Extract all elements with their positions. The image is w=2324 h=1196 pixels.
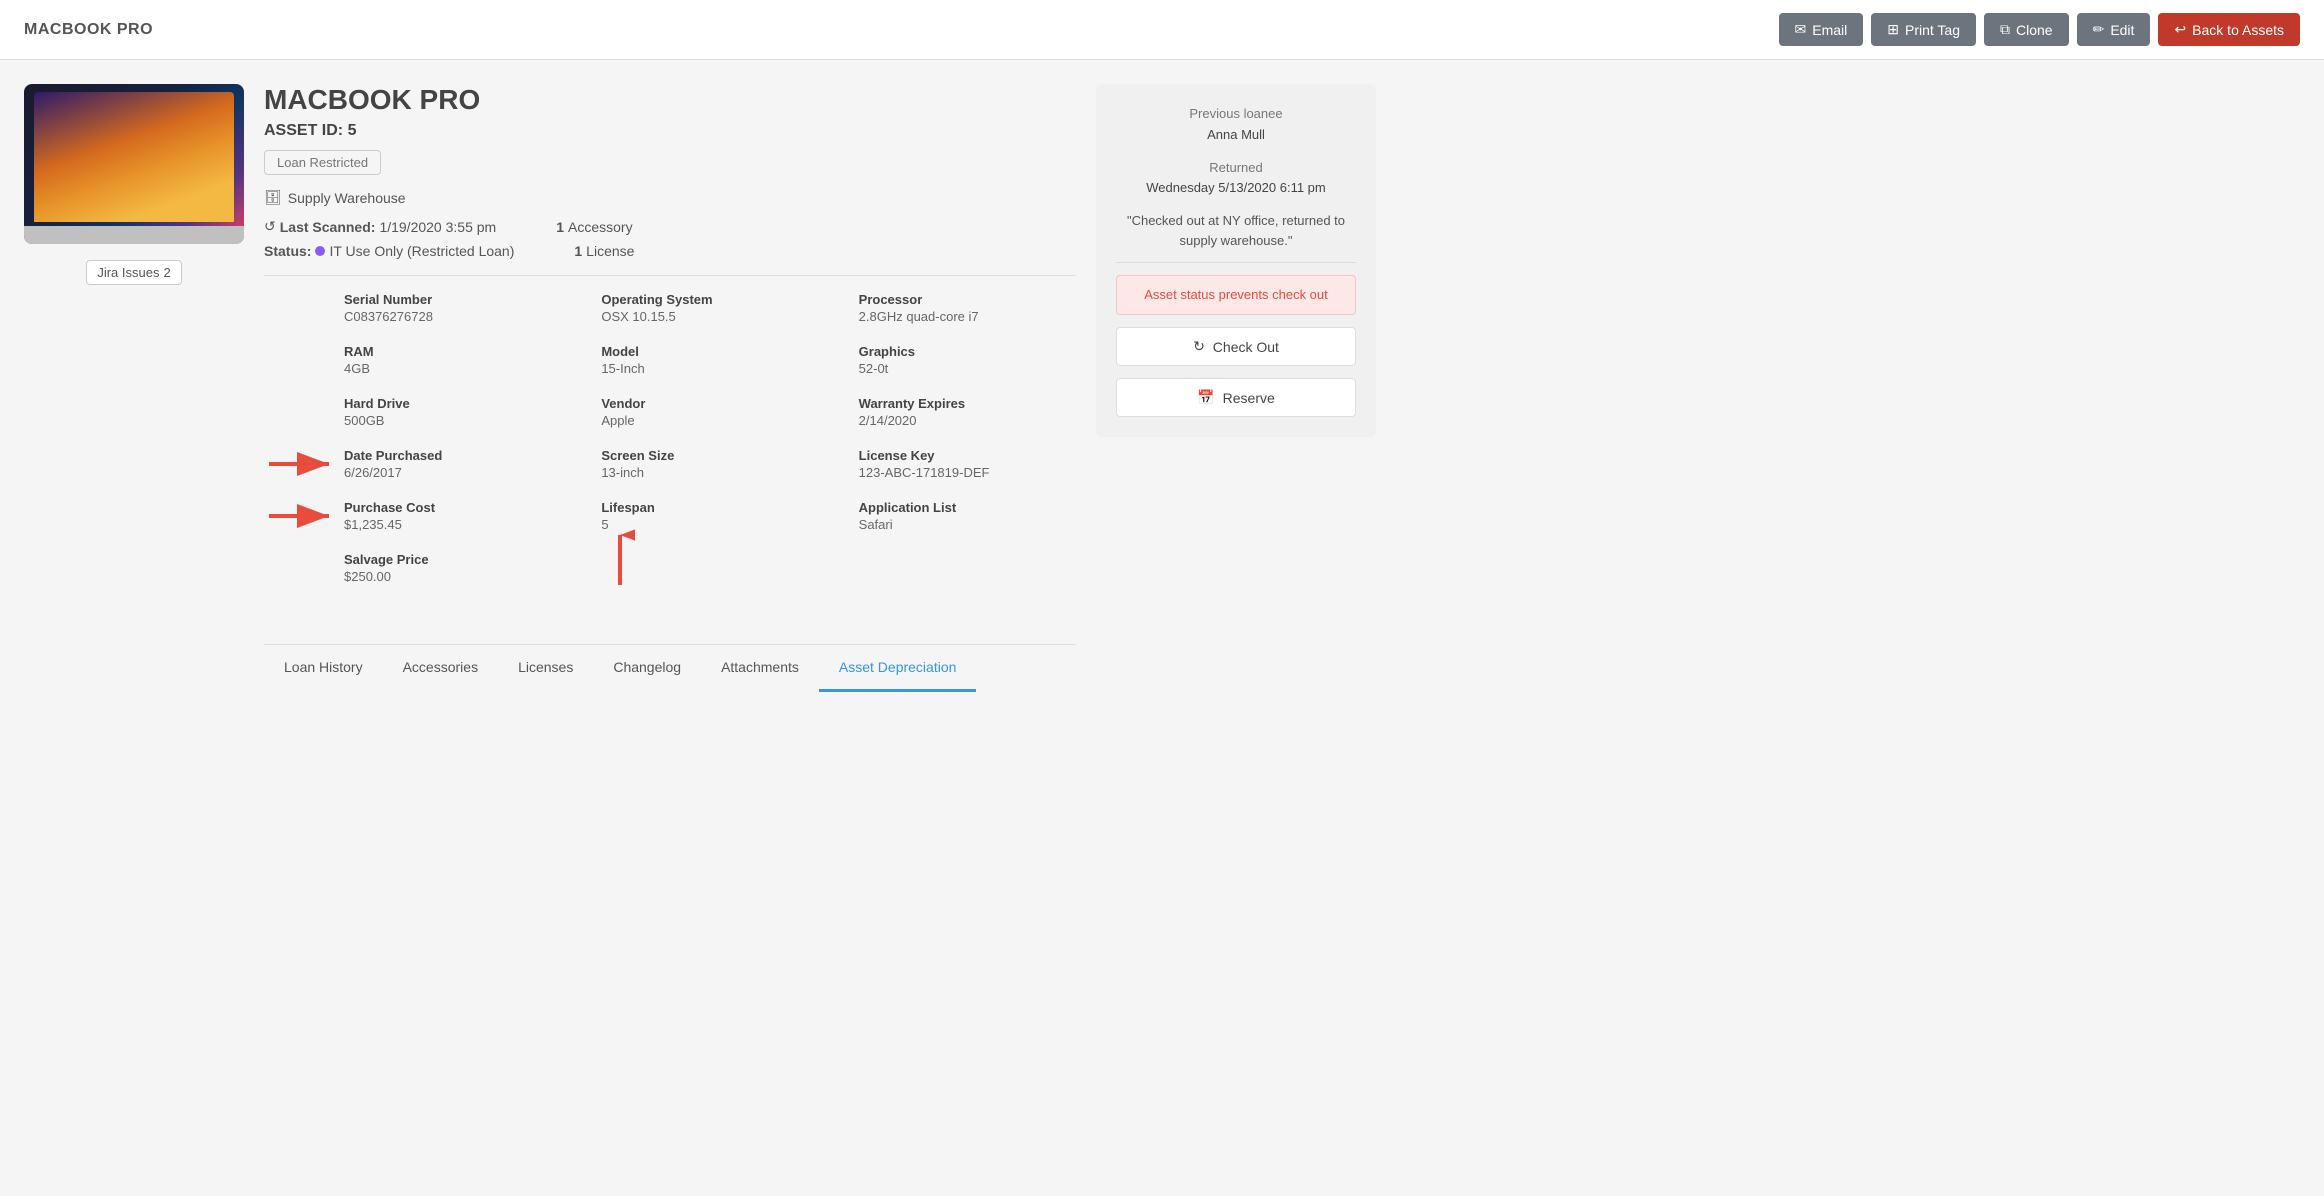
spec-warranty: Warranty Expires 2/14/2020	[859, 396, 1076, 428]
page-header: MACBOOK PRO ✉ Email ⊞ Print Tag ⧉ Clone …	[0, 0, 2324, 60]
tab-licenses[interactable]: Licenses	[498, 645, 593, 692]
spec-serial-number: Serial Number C08376276728	[344, 292, 561, 324]
status-row: Status: IT Use Only (Restricted Loan)	[264, 243, 514, 259]
sidebar-quote: "Checked out at NY office, returned to s…	[1116, 211, 1356, 250]
arrow-right-date	[269, 449, 339, 479]
back-icon: ↩	[2174, 21, 2186, 38]
spec-salvage-price: Salvage Price $250.00	[344, 552, 561, 584]
spec-lifespan: Lifespan 5	[601, 500, 818, 532]
jira-count: 2	[163, 265, 170, 280]
jira-label: Jira Issues	[97, 265, 159, 280]
location-value: Supply Warehouse	[288, 190, 406, 206]
edit-button[interactable]: ✏ Edit	[2077, 13, 2151, 46]
email-button[interactable]: ✉ Email	[1779, 13, 1864, 46]
spec-license-key: License Key 123-ABC-171819-DEF	[859, 448, 1076, 480]
print-icon: ⊞	[1887, 21, 1899, 38]
tab-changelog[interactable]: Changelog	[593, 645, 701, 692]
print-tag-button[interactable]: ⊞ Print Tag	[1871, 13, 1976, 46]
page-title: MACBOOK PRO	[24, 21, 153, 39]
accessory-count: 1 Accessory	[556, 218, 632, 235]
tabs: Loan History Accessories Licenses Change…	[264, 644, 1076, 692]
returned-label: Returned	[1116, 158, 1356, 179]
center-panel: MACBOOK PRO ASSET ID: 5 Loan Restricted …	[264, 84, 1076, 692]
asset-name: MACBOOK PRO	[264, 84, 1076, 116]
tab-accessories[interactable]: Accessories	[383, 645, 498, 692]
previous-loanee-label: Previous loanee	[1116, 104, 1356, 125]
clone-button[interactable]: ⧉ Clone	[1984, 13, 2069, 46]
license-count: 1 License	[574, 243, 634, 259]
clone-icon: ⧉	[2000, 21, 2010, 38]
email-icon: ✉	[1795, 21, 1807, 38]
right-sidebar: Previous loanee Anna Mull Returned Wedne…	[1096, 84, 1376, 437]
spec-graphics: Graphics 52-0t	[859, 344, 1076, 376]
spec-purchase-cost: Purchase Cost $1,235.45	[344, 500, 561, 532]
edit-icon: ✏	[2093, 21, 2105, 38]
status-dot	[315, 246, 325, 256]
meta-row-2: Status: IT Use Only (Restricted Loan) 1 …	[264, 243, 1076, 259]
scan-icon: ↺	[264, 218, 276, 235]
header-actions: ✉ Email ⊞ Print Tag ⧉ Clone ✏ Edit ↩ Bac…	[1779, 13, 2301, 46]
spec-model: Model 15-Inch	[601, 344, 818, 376]
jira-badge[interactable]: Jira Issues 2	[86, 260, 181, 285]
laptop-screen	[34, 92, 234, 222]
tab-loan-history[interactable]: Loan History	[264, 645, 383, 692]
alert-box: Asset status prevents check out	[1116, 275, 1356, 315]
spec-date-purchased: Date Purchased 6/26/2017	[344, 448, 561, 480]
spec-ram: RAM 4GB	[344, 344, 561, 376]
spec-os: Operating System OSX 10.15.5	[601, 292, 818, 324]
checkout-button[interactable]: ↻ Check Out	[1116, 327, 1356, 366]
tab-attachments[interactable]: Attachments	[701, 645, 819, 692]
last-scanned: ↺ Last Scanned: 1/19/2020 3:55 pm	[264, 218, 496, 235]
returned-date: Wednesday 5/13/2020 6:11 pm	[1116, 178, 1356, 199]
back-to-assets-button[interactable]: ↩ Back to Assets	[2158, 13, 2300, 46]
meta-row-1: ↺ Last Scanned: 1/19/2020 3:55 pm 1 Acce…	[264, 218, 1076, 235]
laptop-base	[24, 226, 244, 244]
checkout-icon: ↻	[1193, 338, 1205, 355]
spec-vendor: Vendor Apple	[601, 396, 818, 428]
specs-grid: Serial Number C08376276728 Operating Sys…	[264, 292, 1076, 584]
asset-image	[24, 84, 244, 244]
tab-asset-depreciation[interactable]: Asset Depreciation	[819, 645, 977, 692]
spec-processor: Processor 2.8GHz quad-core i7	[859, 292, 1076, 324]
main-content: Jira Issues 2 MACBOOK PRO ASSET ID: 5 Lo…	[0, 60, 1400, 716]
loan-status-badge: Loan Restricted	[264, 150, 381, 175]
returned-section: Returned Wednesday 5/13/2020 6:11 pm	[1116, 158, 1356, 200]
asset-id: ASSET ID: 5	[264, 122, 1076, 140]
arrow-up-lifespan	[605, 527, 635, 587]
calendar-icon: 📅	[1197, 389, 1214, 406]
spec-screen-size: Screen Size 13-inch	[601, 448, 818, 480]
previous-loanee-section: Previous loanee Anna Mull	[1116, 104, 1356, 146]
location-icon: 🗄	[264, 189, 282, 206]
spec-application-list: Application List Safari	[859, 500, 1076, 532]
reserve-button[interactable]: 📅 Reserve	[1116, 378, 1356, 417]
arrow-right-cost	[269, 501, 339, 531]
location-row: 🗄 Supply Warehouse	[264, 189, 1076, 206]
previous-loanee-value: Anna Mull	[1116, 125, 1356, 146]
divider	[264, 275, 1076, 276]
spec-hard-drive: Hard Drive 500GB	[344, 396, 561, 428]
sidebar-divider	[1116, 262, 1356, 263]
left-panel: Jira Issues 2	[24, 84, 244, 692]
